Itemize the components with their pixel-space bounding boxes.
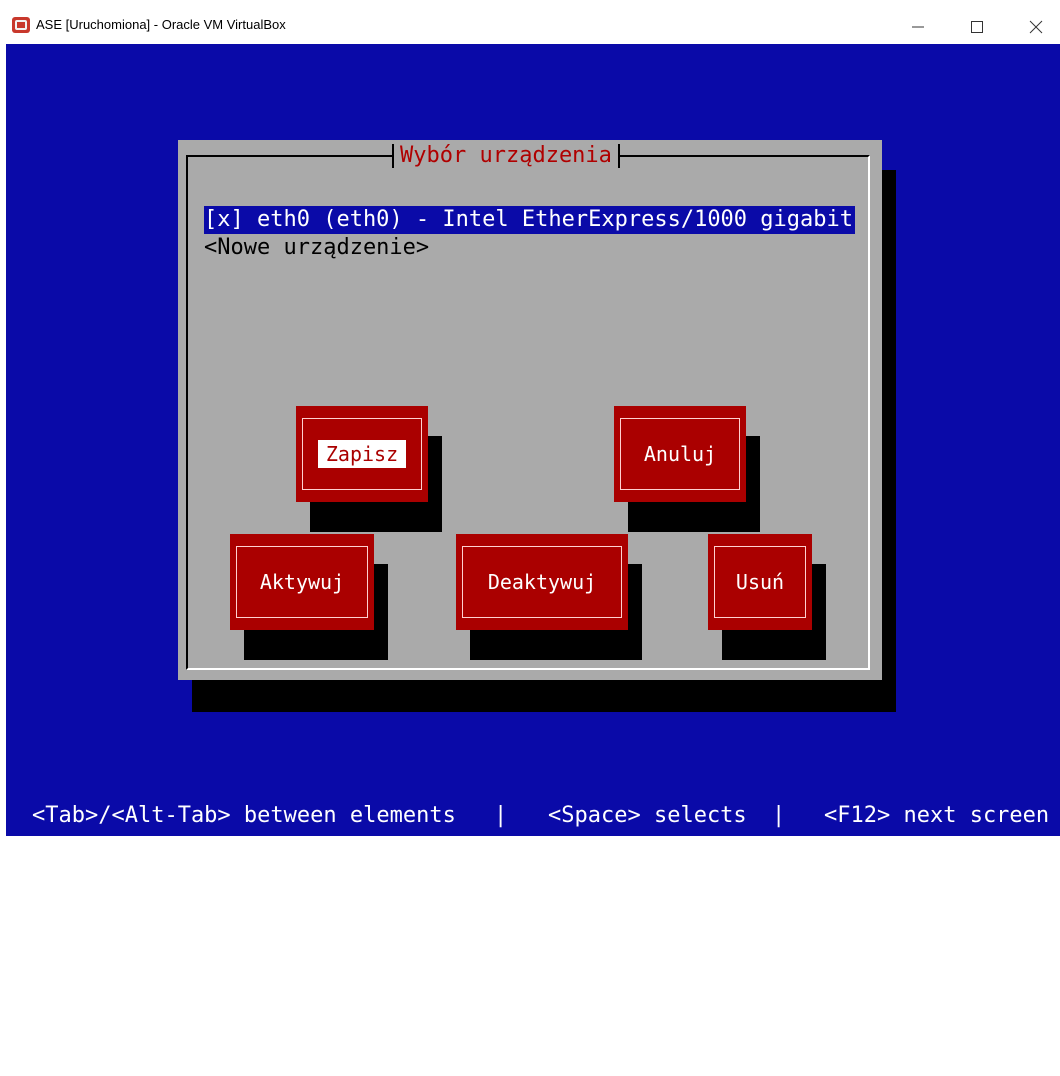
dialog-title: Wybór urządzenia bbox=[392, 144, 620, 168]
activate-button-face: Aktywuj bbox=[230, 534, 374, 630]
tab-hint: <Tab>/<Alt-Tab> between elements bbox=[32, 803, 456, 828]
activate-button-label: Aktywuj bbox=[259, 570, 345, 594]
maximize-icon bbox=[971, 21, 983, 33]
status-separator: | bbox=[494, 803, 508, 828]
help-statusbar: <Tab>/<Alt-Tab> between elements | <Spac… bbox=[6, 796, 1060, 836]
device-selection-dialog: Wybór urządzenia [x] eth0 (eth0) - Intel… bbox=[178, 140, 882, 680]
cancel-button-label: Anuluj bbox=[643, 442, 717, 466]
list-item-eth0[interactable]: [x] eth0 (eth0) - Intel EtherExpress/100… bbox=[204, 206, 856, 234]
f12-hint: <F12> next screen bbox=[824, 803, 1050, 828]
cancel-button-face: Anuluj bbox=[614, 406, 746, 502]
virtualbox-icon bbox=[12, 17, 30, 33]
deactivate-button-label: Deaktywuj bbox=[487, 570, 597, 594]
close-button[interactable] bbox=[1014, 8, 1060, 42]
space-hint: <Space> selects bbox=[548, 803, 747, 828]
delete-button-face: Usuń bbox=[708, 534, 812, 630]
save-button-face: Zapisz bbox=[296, 406, 428, 502]
vm-screen[interactable]: Wybór urządzenia [x] eth0 (eth0) - Intel… bbox=[6, 44, 1060, 836]
deactivate-button-face: Deaktywuj bbox=[456, 534, 628, 630]
window-title: ASE [Uruchomiona] - Oracle VM VirtualBox bbox=[36, 17, 286, 32]
maximize-button[interactable] bbox=[955, 8, 1001, 42]
save-button-inner: Zapisz bbox=[302, 418, 422, 490]
list-item-new-device[interactable]: <Nowe urządzenie> bbox=[204, 234, 855, 262]
cancel-button-inner: Anuluj bbox=[620, 418, 740, 490]
activate-button-inner: Aktywuj bbox=[236, 546, 368, 618]
deactivate-button-inner: Deaktywuj bbox=[462, 546, 622, 618]
delete-button-label: Usuń bbox=[735, 570, 785, 594]
minimize-icon bbox=[912, 26, 924, 28]
device-list[interactable]: [x] eth0 (eth0) - Intel EtherExpress/100… bbox=[204, 206, 856, 262]
minimize-button[interactable] bbox=[896, 8, 942, 42]
status-separator: | bbox=[772, 803, 786, 828]
window-titlebar: ASE [Uruchomiona] - Oracle VM VirtualBox bbox=[0, 0, 1060, 44]
delete-button-inner: Usuń bbox=[714, 546, 806, 618]
close-icon bbox=[1029, 20, 1043, 34]
save-button-label: Zapisz bbox=[317, 440, 407, 468]
